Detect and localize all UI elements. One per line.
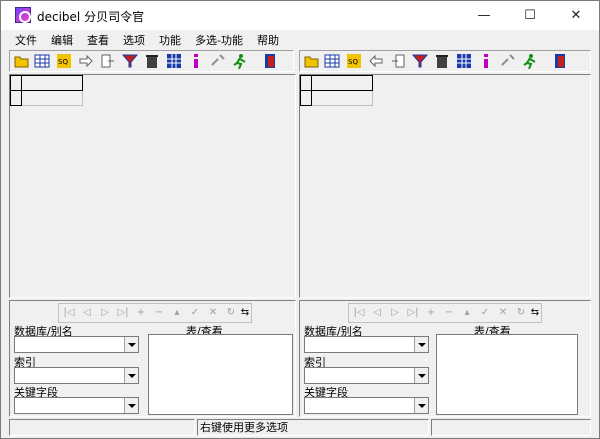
left-bottom-panel: |◁ ◁ ▷ ▷| + − ▴ ✓ ✕ ↻ ⇆ 数据库/别名 索引 关键字段 表… xyxy=(9,300,296,417)
nav-sort-icon[interactable]: ⇆ xyxy=(239,307,251,319)
exit-icon[interactable] xyxy=(262,53,278,69)
table-view-list[interactable] xyxy=(148,334,293,415)
chevron-down-icon[interactable] xyxy=(414,398,428,413)
chevron-down-icon[interactable] xyxy=(124,398,138,413)
nav-insert-icon[interactable]: + xyxy=(135,307,147,319)
open-folder-icon[interactable] xyxy=(304,53,320,69)
svg-text:SQ: SQ xyxy=(58,58,68,66)
nav-insert-icon[interactable]: + xyxy=(425,307,437,319)
grid-row-indicator[interactable] xyxy=(10,90,22,106)
left-db-navigator: |◁ ◁ ▷ ▷| + − ▴ ✓ ✕ ↻ ⇆ xyxy=(58,303,252,323)
trash-icon[interactable] xyxy=(434,53,450,69)
status-hint: 右键使用更多选项 xyxy=(197,419,429,436)
table-view-list[interactable] xyxy=(436,334,578,415)
info-icon[interactable] xyxy=(478,53,494,69)
grid-icon[interactable] xyxy=(166,53,182,69)
nav-last-icon[interactable]: ▷| xyxy=(117,307,129,319)
grid-icon[interactable] xyxy=(456,53,472,69)
grid-header-cell[interactable] xyxy=(311,75,373,91)
key-field-combo[interactable] xyxy=(304,397,429,414)
nav-last-icon[interactable]: ▷| xyxy=(407,307,419,319)
nav-cancel-icon[interactable]: ✕ xyxy=(497,307,509,319)
nav-delete-icon[interactable]: − xyxy=(443,307,455,319)
chevron-down-icon[interactable] xyxy=(414,337,428,352)
menu-view[interactable]: 查看 xyxy=(87,32,109,48)
run-icon[interactable] xyxy=(522,53,538,69)
minimize-button[interactable]: — xyxy=(461,1,507,30)
svg-text:SQ: SQ xyxy=(348,58,358,66)
exit-icon[interactable] xyxy=(552,53,568,69)
status-panel-left xyxy=(9,419,195,436)
nav-prior-icon[interactable]: ◁ xyxy=(371,307,383,319)
nav-delete-icon[interactable]: − xyxy=(153,307,165,319)
nav-sort-icon[interactable]: ⇆ xyxy=(529,307,541,319)
right-toolbar: SQ xyxy=(299,50,591,72)
db-alias-combo[interactable] xyxy=(14,336,139,353)
menu-file[interactable]: 文件 xyxy=(15,32,37,48)
filter-icon[interactable] xyxy=(412,53,428,69)
close-button[interactable]: ✕ xyxy=(553,1,599,30)
status-panel-right xyxy=(431,419,591,436)
info-icon[interactable] xyxy=(188,53,204,69)
grid-header-cell[interactable] xyxy=(21,75,83,91)
tools-icon[interactable] xyxy=(210,53,226,69)
arrow-left-icon[interactable] xyxy=(368,53,384,69)
grid-row-indicator[interactable] xyxy=(300,90,312,106)
app-icon xyxy=(15,7,31,23)
right-db-navigator: |◁ ◁ ▷ ▷| + − ▴ ✓ ✕ ↻ ⇆ xyxy=(348,303,542,323)
nav-next-icon[interactable]: ▷ xyxy=(389,307,401,319)
index-combo[interactable] xyxy=(14,367,139,384)
sql-icon[interactable]: SQ xyxy=(346,53,362,69)
nav-next-icon[interactable]: ▷ xyxy=(99,307,111,319)
grid-data-cell[interactable] xyxy=(22,91,83,106)
nav-prior-icon[interactable]: ◁ xyxy=(81,307,93,319)
copy-left-icon[interactable] xyxy=(390,53,406,69)
arrow-right-icon[interactable] xyxy=(78,53,94,69)
filter-icon[interactable] xyxy=(122,53,138,69)
menu-options[interactable]: 选项 xyxy=(123,32,145,48)
trash-icon[interactable] xyxy=(144,53,160,69)
nav-first-icon[interactable]: |◁ xyxy=(63,307,75,319)
status-bar: 右键使用更多选项 xyxy=(1,419,599,438)
nav-cancel-icon[interactable]: ✕ xyxy=(207,307,219,319)
table-icon[interactable] xyxy=(34,53,50,69)
nav-post-icon[interactable]: ✓ xyxy=(189,307,201,319)
chevron-down-icon[interactable] xyxy=(414,368,428,383)
copy-right-icon[interactable] xyxy=(100,53,116,69)
chevron-down-icon[interactable] xyxy=(124,368,138,383)
nav-edit-icon[interactable]: ▴ xyxy=(461,307,473,319)
table-icon[interactable] xyxy=(324,53,340,69)
title-bar: decibel 分贝司令官 — ☐ ✕ xyxy=(1,1,599,30)
nav-refresh-icon[interactable]: ↻ xyxy=(225,307,237,319)
window-title: decibel 分贝司令官 xyxy=(37,10,145,24)
menu-bar: 文件 编辑 查看 选项 功能 多选-功能 帮助 xyxy=(1,30,599,48)
tools-icon[interactable] xyxy=(500,53,516,69)
sql-icon[interactable]: SQ xyxy=(56,53,72,69)
nav-first-icon[interactable]: |◁ xyxy=(353,307,365,319)
index-combo[interactable] xyxy=(304,367,429,384)
left-data-grid[interactable] xyxy=(9,74,296,298)
nav-post-icon[interactable]: ✓ xyxy=(479,307,491,319)
right-bottom-panel: |◁ ◁ ▷ ▷| + − ▴ ✓ ✕ ↻ ⇆ 数据库/别名 索引 关键字段 表… xyxy=(299,300,591,417)
db-alias-combo[interactable] xyxy=(304,336,429,353)
open-folder-icon[interactable] xyxy=(14,53,30,69)
menu-multi-functions[interactable]: 多选-功能 xyxy=(195,32,243,48)
right-data-grid[interactable] xyxy=(299,74,591,298)
maximize-button[interactable]: ☐ xyxy=(507,1,553,30)
key-field-combo[interactable] xyxy=(14,397,139,414)
nav-edit-icon[interactable]: ▴ xyxy=(171,307,183,319)
left-toolbar: SQ xyxy=(9,50,294,72)
grid-data-cell[interactable] xyxy=(312,91,373,106)
app-window: decibel 分贝司令官 — ☐ ✕ 文件 编辑 查看 选项 功能 多选-功能… xyxy=(0,0,600,439)
nav-refresh-icon[interactable]: ↻ xyxy=(515,307,527,319)
menu-functions[interactable]: 功能 xyxy=(159,32,181,48)
menu-help[interactable]: 帮助 xyxy=(257,32,279,48)
menu-edit[interactable]: 编辑 xyxy=(51,32,73,48)
run-icon[interactable] xyxy=(232,53,248,69)
chevron-down-icon[interactable] xyxy=(124,337,138,352)
